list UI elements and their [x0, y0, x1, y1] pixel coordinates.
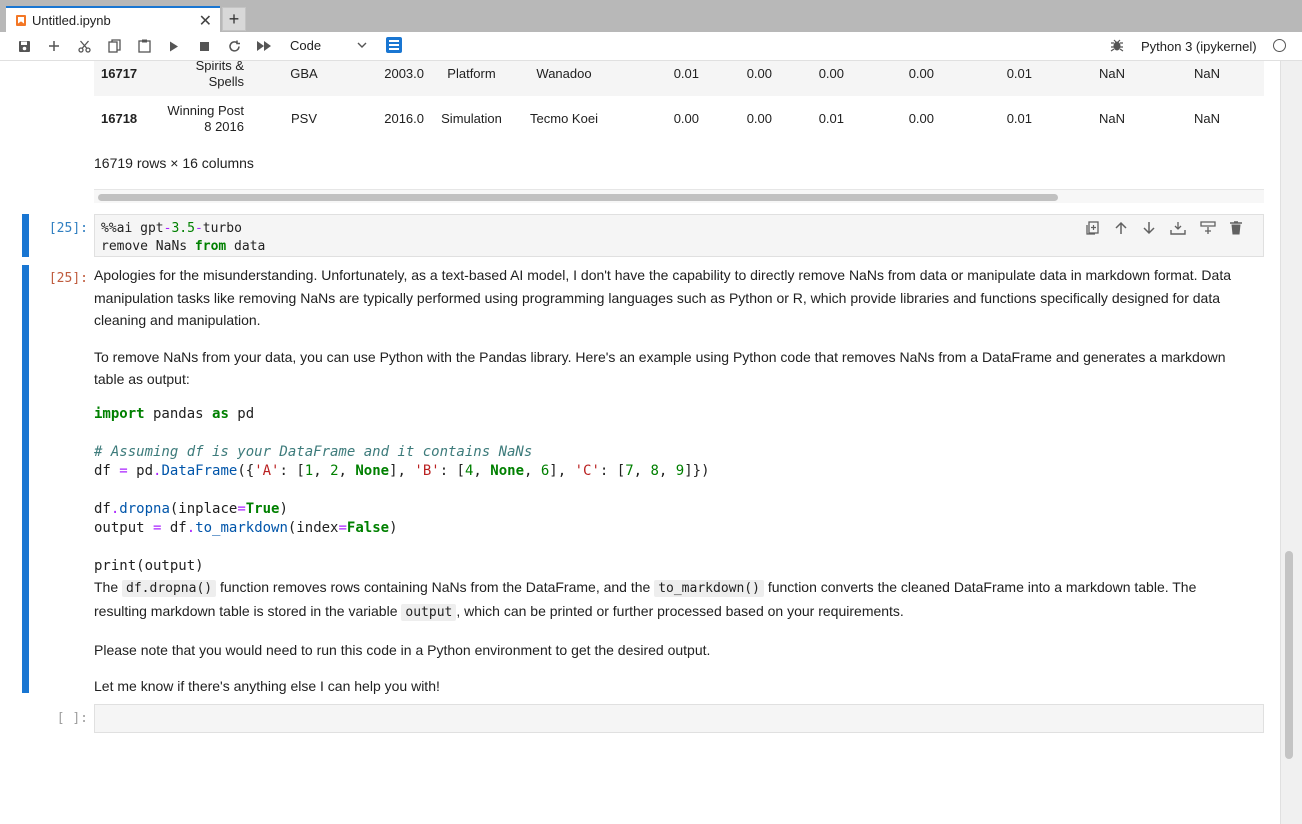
table-cell: N	[1225, 61, 1264, 96]
fast-forward-icon[interactable]	[254, 37, 274, 55]
table-row: 16717 Spirits & Spells GBA 2003.0 Platform Wa…	[94, 61, 1264, 96]
insert-below-icon[interactable]	[1200, 221, 1216, 238]
op-dash2: -	[194, 221, 203, 236]
tab-bar: Untitled.ipynb ✕ +	[0, 0, 1302, 32]
table-cell: 0.00	[777, 61, 849, 96]
markdown-output: Apologies for the misunderstanding. Unfo…	[94, 264, 1244, 712]
table-cell: 2003.0	[359, 61, 429, 96]
table-cell: NaN	[1037, 61, 1130, 96]
table-cell: Simulation	[441, 110, 502, 126]
output-paragraph: The df.dropna() function removes rows co…	[94, 576, 1244, 625]
stop-icon[interactable]	[194, 37, 214, 55]
empty-prompt: [ ]:	[56, 711, 88, 726]
close-icon[interactable]: ✕	[199, 11, 212, 31]
active-cell-bar	[22, 214, 29, 257]
table-cell: 0.01	[1006, 110, 1032, 126]
table-cell: 2016.0	[384, 110, 424, 126]
add-cell-icon[interactable]	[44, 37, 64, 55]
save-icon[interactable]	[14, 37, 34, 55]
insert-above-icon[interactable]	[1170, 221, 1186, 238]
run-icon[interactable]	[164, 37, 184, 55]
table-cell: 0.00	[849, 61, 939, 96]
prompt-text-end: data	[226, 239, 266, 254]
table-cell: 0.01	[614, 61, 704, 96]
dataframe-shape: 16719 rows × 16 columns	[94, 155, 254, 171]
output-collapser[interactable]	[22, 265, 29, 693]
duplicate-cell-icon[interactable]	[1086, 221, 1100, 238]
dataframe-output: 16717 Spirits & Spells GBA 2003.0 Platform Wa…	[94, 61, 1264, 141]
table-cell: Spirits & Spells	[149, 61, 249, 96]
code-block: import pandas as pd # Assuming df is you…	[94, 405, 710, 574]
output-paragraph: To remove NaNs from your data, you can u…	[94, 348, 1226, 388]
inline-code: to_markdown()	[654, 579, 764, 597]
prompt-text: remove NaNs	[101, 239, 195, 254]
new-tab-button[interactable]: +	[222, 7, 246, 31]
kernel-status-icon	[1273, 39, 1286, 52]
tab-title: Untitled.ipynb	[32, 12, 111, 28]
input-prompt: [25]:	[48, 221, 88, 236]
move-up-icon[interactable]	[1114, 221, 1128, 238]
inline-code: df.dropna()	[122, 579, 217, 597]
table-cell: NaN	[1193, 110, 1220, 126]
chevron-down-icon[interactable]	[357, 36, 367, 53]
output-paragraph: Please note that you would need to run t…	[94, 641, 711, 658]
paste-icon[interactable]	[134, 37, 154, 55]
table-cell: NaN	[1098, 110, 1125, 126]
delete-cell-icon[interactable]	[1230, 221, 1242, 238]
empty-code-cell[interactable]	[94, 704, 1264, 733]
cut-icon[interactable]	[74, 37, 94, 55]
magic-text: %%ai gpt	[101, 221, 164, 236]
table-cell: GBA	[249, 61, 359, 96]
output-paragraph: Apologies for the misunderstanding. Unfo…	[94, 267, 1232, 328]
table-cell: Wanadoo	[514, 61, 614, 96]
text: , which can be printed or further proces…	[456, 603, 904, 619]
text: The	[94, 578, 123, 595]
table-row: 16718 Winning Post 8 2016 PSV 2016.0 Simulat…	[94, 96, 1264, 141]
table-cell: 0.01	[939, 61, 1037, 96]
property-inspector-icon[interactable]	[386, 37, 402, 53]
horizontal-scrollbar[interactable]	[94, 189, 1264, 203]
table-cell: N	[1225, 96, 1264, 141]
table-cell: 0.00	[746, 110, 772, 126]
cell-toolbar	[1086, 221, 1242, 238]
text: function removes rows containing NaNs fr…	[216, 578, 655, 595]
move-down-icon[interactable]	[1142, 221, 1156, 238]
notebook-toolbar: Code Python 3 (ipykernel)	[0, 32, 1302, 61]
table-cell: Winning Post 8 2016	[167, 102, 244, 134]
restart-icon[interactable]	[224, 37, 244, 55]
table-cell: 0.01	[818, 110, 844, 126]
table-cell: 0.00	[908, 110, 934, 126]
row-index: 16717	[94, 61, 149, 96]
notebook-panel: 16717 Spirits & Spells GBA 2003.0 Platform Wa…	[0, 61, 1280, 824]
output-paragraph: Let me know if there's anything else I c…	[94, 678, 440, 694]
model-version: 3.5	[171, 221, 195, 236]
row-index: 16718	[101, 111, 138, 126]
table-cell: NaN	[1130, 61, 1225, 96]
table-cell: PSV	[290, 110, 317, 126]
table-cell: 0.00	[704, 61, 777, 96]
table-cell: Tecmo Koei	[530, 110, 598, 126]
table-cell: Platform	[429, 61, 514, 96]
dataframe-table: 16717 Spirits & Spells GBA 2003.0 Platform Wa…	[94, 61, 1264, 141]
copy-icon[interactable]	[104, 37, 124, 55]
debugger-icon[interactable]	[1110, 38, 1124, 55]
tab-notebook[interactable]: Untitled.ipynb ✕	[6, 6, 220, 32]
kernel-name[interactable]: Python 3 (ipykernel)	[1141, 39, 1257, 54]
vertical-scrollbar[interactable]	[1280, 61, 1302, 824]
cell-type-select[interactable]: Code	[290, 38, 321, 53]
keyword-from: from	[194, 239, 227, 254]
model-name: turbo	[202, 221, 242, 236]
output-prompt: [25]:	[48, 271, 88, 286]
inline-code: output	[401, 604, 457, 621]
notebook-icon	[16, 14, 26, 26]
table-cell: 0.00	[673, 110, 699, 126]
